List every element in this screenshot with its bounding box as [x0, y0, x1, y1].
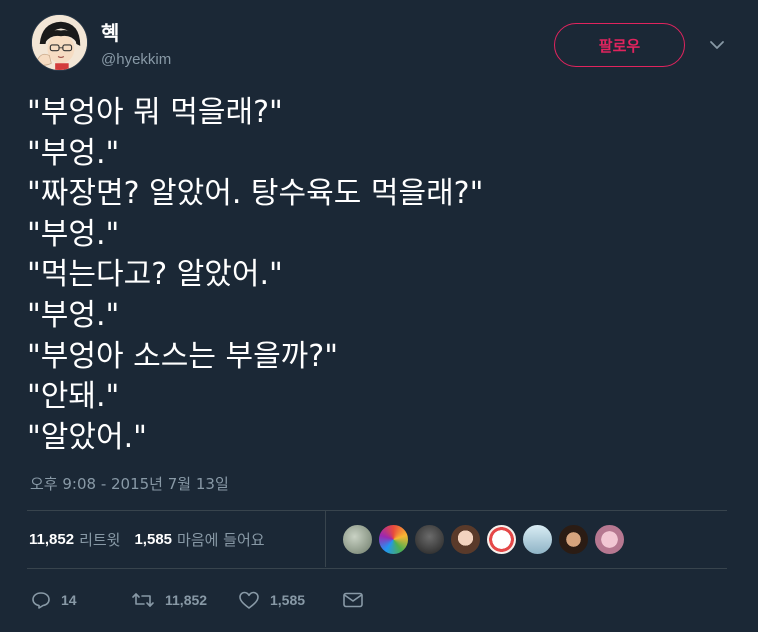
liker-avatars	[342, 524, 630, 555]
heart-icon	[239, 591, 259, 609]
tweet-line: "부엉아 소스는 부을까?"	[27, 338, 338, 374]
retweets-label[interactable]: 리트윗	[79, 529, 120, 550]
tweet-line: "알았어."	[27, 419, 147, 455]
divider-top	[27, 510, 727, 511]
divider-bottom	[27, 568, 727, 569]
retweet-action[interactable]: 11,852	[131, 590, 238, 610]
tweet-line: "안돼."	[27, 379, 120, 415]
display-name[interactable]: 혝	[101, 17, 119, 46]
tweet-actions: 14 11,852 1,585	[31, 588, 364, 612]
liker-avatar[interactable]	[342, 524, 373, 555]
tweet-stats: 11,852 리트윗 1,585 마음에 들어요	[29, 528, 279, 550]
tweet-line: "부엉."	[27, 297, 120, 333]
reply-count: 14	[61, 592, 77, 608]
tweet-line: "부엉아 뭐 먹을래?"	[27, 95, 283, 130]
likes-label[interactable]: 마음에 들어요	[177, 529, 265, 550]
reply-action[interactable]: 14	[31, 590, 131, 610]
like-action[interactable]: 1,585	[238, 590, 342, 610]
follow-button[interactable]: 팔로우	[554, 23, 685, 67]
liker-avatar[interactable]	[378, 524, 409, 555]
reply-icon	[32, 592, 50, 609]
liker-avatar[interactable]	[414, 524, 445, 555]
likes-count[interactable]: 1,585	[134, 531, 172, 548]
retweets-count[interactable]: 11,852	[29, 531, 74, 548]
tweet-line: "먹는다고? 알았어."	[27, 257, 283, 293]
tweet-line: "부엉."	[27, 135, 120, 171]
liker-avatar[interactable]	[558, 524, 589, 555]
tweet-line: "짜장면? 알았어. 탕수육도 먹을래?"	[27, 176, 484, 212]
stats-separator	[325, 511, 326, 567]
liker-avatar[interactable]	[450, 524, 481, 555]
envelope-icon	[343, 592, 363, 608]
tweet-line: "부엉."	[27, 216, 120, 252]
chevron-down-icon[interactable]	[708, 38, 726, 52]
like-count: 1,585	[270, 592, 306, 608]
tweet-text: "부엉아 뭐 먹을래?" "부엉." "짜장면? 알았어. 탕수육도 먹을래?"…	[27, 93, 737, 458]
anime-avatar-icon	[32, 15, 87, 70]
retweet-count: 11,852	[165, 592, 208, 608]
user-handle[interactable]: @hyekkim	[101, 51, 171, 68]
liker-avatar[interactable]	[522, 524, 553, 555]
message-action[interactable]	[342, 590, 364, 610]
liker-avatar[interactable]	[486, 524, 517, 555]
liker-avatar[interactable]	[594, 524, 625, 555]
retweet-icon	[132, 593, 154, 607]
tweet-timestamp[interactable]: 오후 9:08 - 2015년 7월 13일	[30, 473, 229, 494]
avatar[interactable]	[31, 14, 88, 71]
